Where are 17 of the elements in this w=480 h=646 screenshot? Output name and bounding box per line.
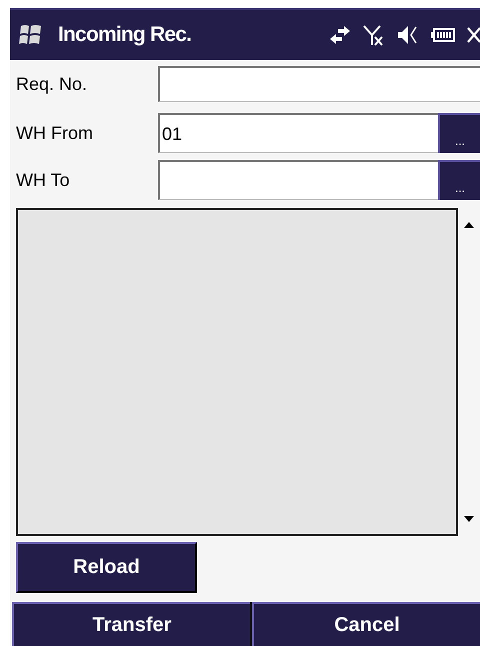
input-field[interactable]: [158, 66, 480, 102]
menu-button[interactable]: Transfer: [12, 602, 250, 646]
input-field[interactable]: 01: [158, 113, 438, 153]
input-field[interactable]: [158, 160, 438, 200]
reload-button[interactable]: Reload: [16, 542, 197, 593]
menu-button[interactable]: Cancel: [252, 602, 480, 646]
list-box[interactable]: [16, 208, 458, 536]
window-title: Incoming Rec.: [58, 23, 192, 47]
field-label: WH From: [16, 122, 94, 144]
sync-arrows-icon[interactable]: [328, 23, 352, 47]
scroll-down-icon[interactable]: [464, 516, 474, 522]
field-label: Req. No.: [16, 74, 88, 94]
scroll-up-icon[interactable]: [464, 222, 474, 228]
browse-button[interactable]: ...: [438, 160, 480, 200]
browse-button[interactable]: ...: [438, 113, 480, 153]
field-label: WH To: [16, 170, 71, 190]
windows-logo-icon: [18, 23, 44, 47]
